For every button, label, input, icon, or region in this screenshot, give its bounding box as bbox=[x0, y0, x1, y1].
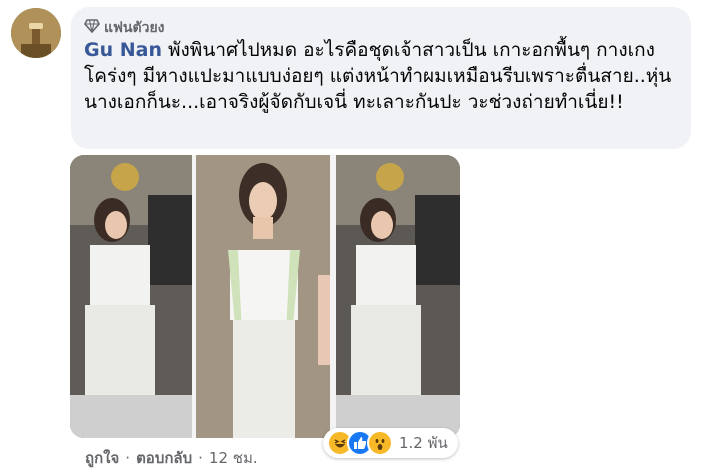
commenter-avatar[interactable] bbox=[11, 8, 61, 58]
comment-timestamp[interactable]: 12 ชม. bbox=[209, 446, 258, 470]
photo-panel-right bbox=[336, 155, 460, 438]
reaction-count: 1.2 พัน bbox=[399, 434, 448, 452]
top-fan-badge[interactable]: แฟนตัวยง bbox=[84, 17, 165, 39]
badge-label: แฟนตัวยง bbox=[104, 20, 165, 36]
comment-text: พังพินาศไปหมด อะไรคือชุดเจ้าสาวเป็น เกาะ… bbox=[84, 39, 672, 113]
wow-icon bbox=[367, 430, 393, 456]
comment-author[interactable]: Gu Nan bbox=[84, 39, 162, 61]
comment-attached-photo[interactable] bbox=[70, 155, 460, 438]
diamond-icon bbox=[84, 19, 100, 37]
reactions-summary[interactable]: 1.2 พัน bbox=[323, 428, 458, 458]
separator: · bbox=[125, 449, 131, 467]
comment-body: Gu Nan พังพินาศไปหมด อะไรคือชุดเจ้าสาวเป็… bbox=[84, 37, 681, 115]
like-button[interactable]: ถูกใจ bbox=[85, 446, 119, 470]
reply-button[interactable]: ตอบกลับ bbox=[136, 446, 192, 470]
photo-panel-left bbox=[70, 155, 192, 438]
comment-actions: ถูกใจ · ตอบกลับ · 12 ชม. bbox=[85, 446, 258, 470]
comment-bubble: แฟนตัวยง Gu Nan พังพินาศไปหมด อะไรคือชุดเ… bbox=[71, 7, 691, 149]
photo-panel-center bbox=[196, 155, 330, 438]
separator: · bbox=[198, 449, 203, 467]
